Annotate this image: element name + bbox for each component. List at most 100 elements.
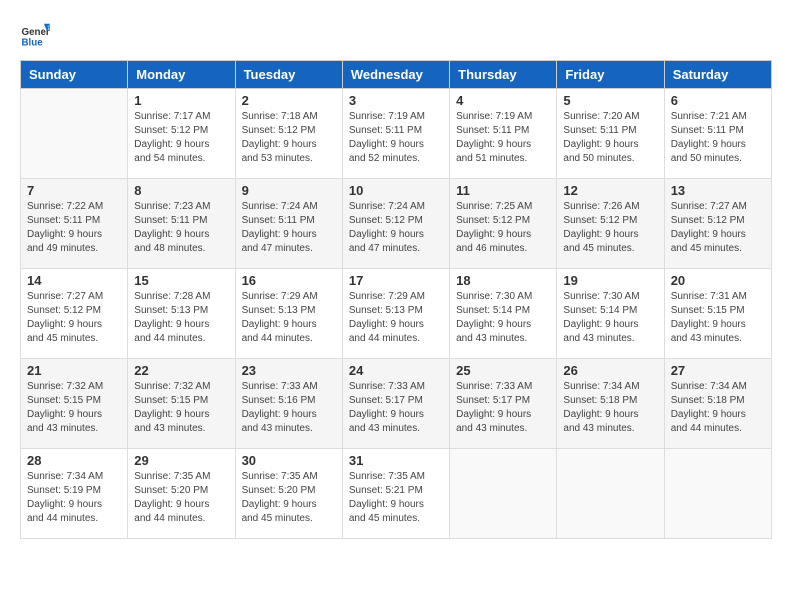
week-row-2: 7 Sunrise: 7:22 AMSunset: 5:11 PMDaylight… [21,179,772,269]
day-detail: Sunrise: 7:29 AMSunset: 5:13 PMDaylight:… [242,290,336,346]
day-cell: 17 Sunrise: 7:29 AMSunset: 5:13 PMDayligh… [342,269,449,359]
day-cell: 12Sunrise: 7:26 AMSunset: 5:12 PMDayligh… [557,179,664,269]
day-number: 22 [134,363,228,378]
day-detail: Sunrise: 7:20 AMSunset: 5:11 PMDaylight:… [563,110,657,166]
day-detail: Sunrise: 7:29 AMSunset: 5:13 PMDaylight:… [349,290,443,346]
day-cell: 3 Sunrise: 7:19 AMSunset: 5:11 PMDaylight… [342,89,449,179]
day-number: 6 [671,93,765,108]
day-number: 1 [134,93,228,108]
day-number: 14 [27,273,121,288]
logo-icon: General Blue [20,20,50,50]
week-row-4: 21 Sunrise: 7:32 AMSunset: 5:15 PMDayligh… [21,359,772,449]
day-detail: Sunrise: 7:33 AMSunset: 5:17 PMDaylight:… [349,380,443,436]
page-header: General Blue [20,20,772,50]
day-number: 15 [134,273,228,288]
week-row-3: 14 Sunrise: 7:27 AMSunset: 5:12 PMDayligh… [21,269,772,359]
day-detail: Sunrise: 7:35 AMSunset: 5:21 PMDaylight:… [349,470,443,526]
day-number: 31 [349,453,443,468]
day-cell: 15 Sunrise: 7:28 AMSunset: 5:13 PMDayligh… [128,269,235,359]
day-number: 24 [349,363,443,378]
day-detail: Sunrise: 7:32 AMSunset: 5:15 PMDaylight:… [27,380,121,436]
day-number: 27 [671,363,765,378]
day-cell [21,89,128,179]
day-detail: Sunrise: 7:28 AMSunset: 5:13 PMDaylight:… [134,290,228,346]
day-detail: Sunrise: 7:23 AMSunset: 5:11 PMDaylight:… [134,200,228,256]
week-row-1: 1 Sunrise: 7:17 AMSunset: 5:12 PMDaylight… [21,89,772,179]
day-number: 23 [242,363,336,378]
day-cell: 25 Sunrise: 7:33 AMSunset: 5:17 PMDayligh… [450,359,557,449]
day-cell: 22 Sunrise: 7:32 AMSunset: 5:15 PMDayligh… [128,359,235,449]
day-number: 25 [456,363,550,378]
day-number: 11 [456,183,550,198]
day-number: 5 [563,93,657,108]
day-cell: 24 Sunrise: 7:33 AMSunset: 5:17 PMDayligh… [342,359,449,449]
day-detail: Sunrise: 7:27 AMSunset: 5:12 PMDaylight:… [671,200,765,256]
day-cell: 18 Sunrise: 7:30 AMSunset: 5:14 PMDayligh… [450,269,557,359]
day-detail: Sunrise: 7:17 AMSunset: 5:12 PMDaylight:… [134,110,228,166]
col-header-monday: Monday [128,61,235,89]
day-number: 9 [242,183,336,198]
day-number: 16 [242,273,336,288]
day-detail: Sunrise: 7:19 AMSunset: 5:11 PMDaylight:… [456,110,550,166]
day-number: 2 [242,93,336,108]
svg-text:General: General [22,27,51,38]
day-number: 21 [27,363,121,378]
day-number: 18 [456,273,550,288]
week-row-5: 28 Sunrise: 7:34 AMSunset: 5:19 PMDayligh… [21,449,772,539]
day-detail: Sunrise: 7:31 AMSunset: 5:15 PMDaylight:… [671,290,765,346]
day-cell: 31 Sunrise: 7:35 AMSunset: 5:21 PMDayligh… [342,449,449,539]
day-detail: Sunrise: 7:34 AMSunset: 5:18 PMDaylight:… [671,380,765,436]
day-cell: 10 Sunrise: 7:24 AMSunset: 5:12 PMDayligh… [342,179,449,269]
day-number: 17 [349,273,443,288]
day-cell: 26Sunrise: 7:34 AMSunset: 5:18 PMDayligh… [557,359,664,449]
day-cell: 4 Sunrise: 7:19 AMSunset: 5:11 PMDaylight… [450,89,557,179]
day-cell: 6 Sunrise: 7:21 AMSunset: 5:11 PMDaylight… [664,89,771,179]
col-header-wednesday: Wednesday [342,61,449,89]
svg-text:Blue: Blue [22,38,44,49]
day-detail: Sunrise: 7:24 AMSunset: 5:12 PMDaylight:… [349,200,443,256]
day-number: 4 [456,93,550,108]
day-number: 28 [27,453,121,468]
day-cell: 16 Sunrise: 7:29 AMSunset: 5:13 PMDayligh… [235,269,342,359]
day-detail: Sunrise: 7:22 AMSunset: 5:11 PMDaylight:… [27,200,121,256]
day-cell: 19Sunrise: 7:30 AMSunset: 5:14 PMDayligh… [557,269,664,359]
day-detail: Sunrise: 7:33 AMSunset: 5:16 PMDaylight:… [242,380,336,436]
day-cell: 21 Sunrise: 7:32 AMSunset: 5:15 PMDayligh… [21,359,128,449]
day-number: 8 [134,183,228,198]
day-detail: Sunrise: 7:32 AMSunset: 5:15 PMDaylight:… [134,380,228,436]
day-detail: Sunrise: 7:24 AMSunset: 5:11 PMDaylight:… [242,200,336,256]
day-detail: Sunrise: 7:35 AMSunset: 5:20 PMDaylight:… [134,470,228,526]
calendar-table: SundayMondayTuesdayWednesdayThursdayFrid… [20,60,772,539]
day-detail: Sunrise: 7:21 AMSunset: 5:11 PMDaylight:… [671,110,765,166]
day-detail: Sunrise: 7:19 AMSunset: 5:11 PMDaylight:… [349,110,443,166]
day-number: 7 [27,183,121,198]
day-cell: 27 Sunrise: 7:34 AMSunset: 5:18 PMDayligh… [664,359,771,449]
col-header-saturday: Saturday [664,61,771,89]
day-cell: 13Sunrise: 7:27 AMSunset: 5:12 PMDayligh… [664,179,771,269]
day-number: 20 [671,273,765,288]
day-detail: Sunrise: 7:26 AMSunset: 5:12 PMDaylight:… [563,200,657,256]
day-cell: 23 Sunrise: 7:33 AMSunset: 5:16 PMDayligh… [235,359,342,449]
day-cell: 20 Sunrise: 7:31 AMSunset: 5:15 PMDayligh… [664,269,771,359]
day-cell: 1 Sunrise: 7:17 AMSunset: 5:12 PMDaylight… [128,89,235,179]
day-cell: 5 Sunrise: 7:20 AMSunset: 5:11 PMDaylight… [557,89,664,179]
day-detail: Sunrise: 7:30 AMSunset: 5:14 PMDaylight:… [563,290,657,346]
day-cell: 29Sunrise: 7:35 AMSunset: 5:20 PMDayligh… [128,449,235,539]
day-cell: 9 Sunrise: 7:24 AMSunset: 5:11 PMDaylight… [235,179,342,269]
day-detail: Sunrise: 7:25 AMSunset: 5:12 PMDaylight:… [456,200,550,256]
day-number: 26 [563,363,657,378]
col-header-tuesday: Tuesday [235,61,342,89]
day-cell: 30Sunrise: 7:35 AMSunset: 5:20 PMDayligh… [235,449,342,539]
day-cell [557,449,664,539]
calendar-body: 1 Sunrise: 7:17 AMSunset: 5:12 PMDaylight… [21,89,772,539]
day-detail: Sunrise: 7:34 AMSunset: 5:19 PMDaylight:… [27,470,121,526]
day-cell: 8 Sunrise: 7:23 AMSunset: 5:11 PMDaylight… [128,179,235,269]
day-detail: Sunrise: 7:35 AMSunset: 5:20 PMDaylight:… [242,470,336,526]
day-number: 3 [349,93,443,108]
logo: General Blue [20,20,50,50]
day-cell: 14 Sunrise: 7:27 AMSunset: 5:12 PMDayligh… [21,269,128,359]
day-number: 10 [349,183,443,198]
day-detail: Sunrise: 7:30 AMSunset: 5:14 PMDaylight:… [456,290,550,346]
day-detail: Sunrise: 7:33 AMSunset: 5:17 PMDaylight:… [456,380,550,436]
day-detail: Sunrise: 7:27 AMSunset: 5:12 PMDaylight:… [27,290,121,346]
